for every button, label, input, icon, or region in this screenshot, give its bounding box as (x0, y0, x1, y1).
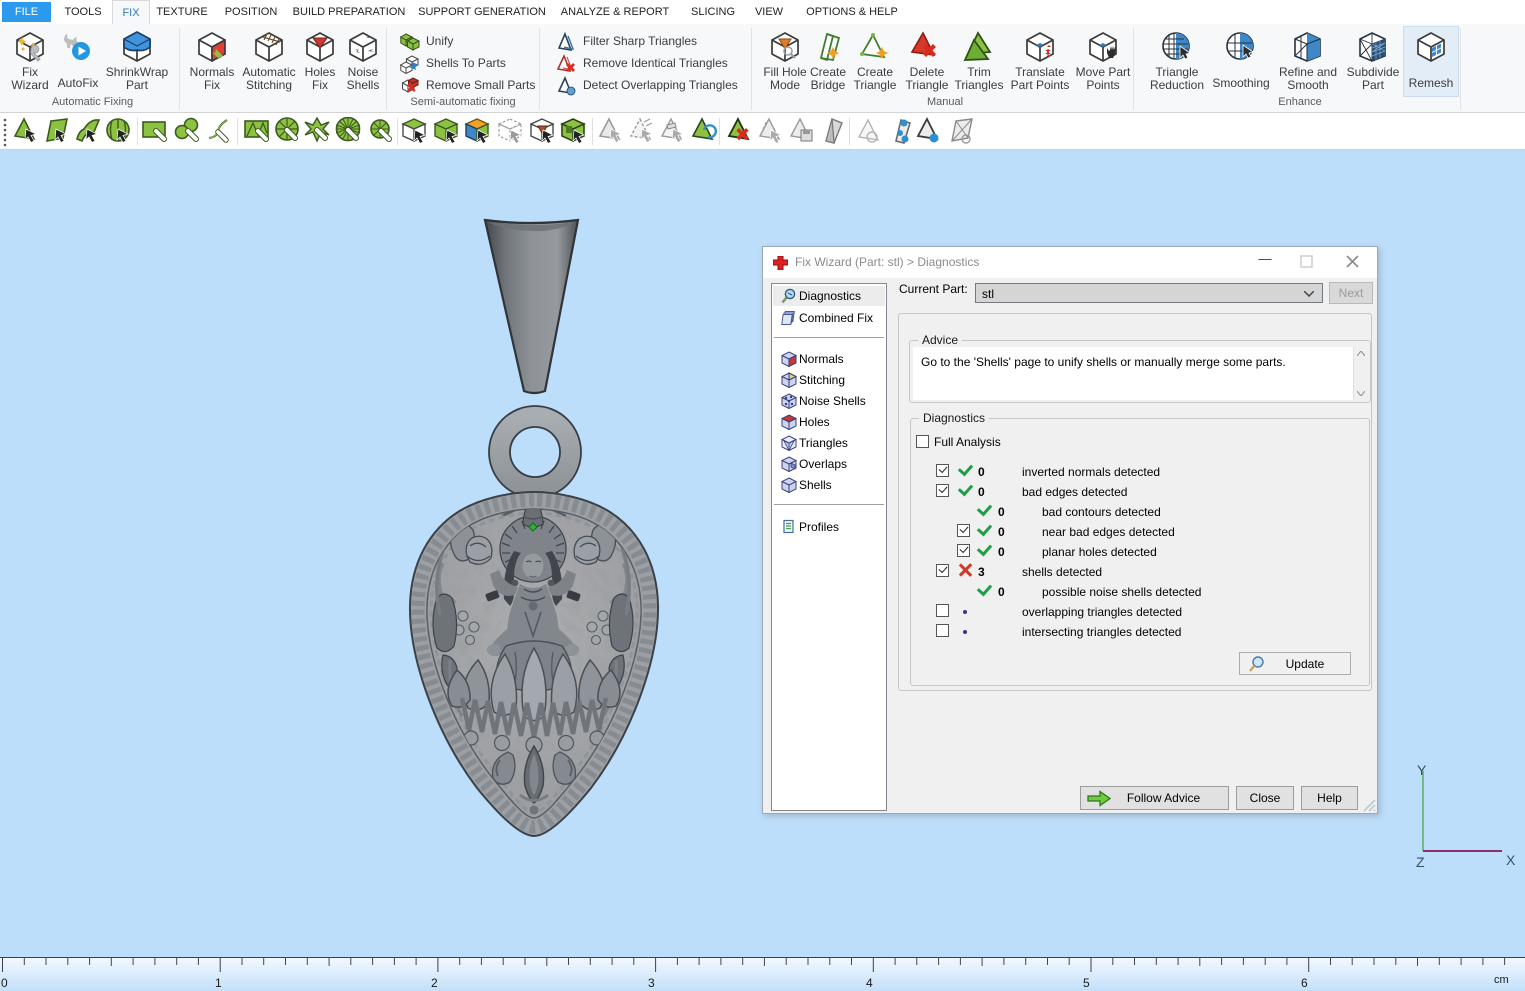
svg-text:cm: cm (1494, 974, 1509, 986)
svg-text:6: 6 (1301, 976, 1308, 990)
svg-text:5: 5 (1083, 976, 1090, 990)
svg-text:4: 4 (866, 976, 873, 990)
svg-text:Y: Y (1417, 765, 1427, 778)
svg-text:X: X (1506, 852, 1516, 868)
svg-text:0: 0 (1, 976, 8, 990)
svg-text:1: 1 (215, 976, 222, 990)
svg-text:2: 2 (431, 976, 438, 990)
svg-text:Z: Z (1416, 854, 1425, 870)
svg-text:3: 3 (648, 976, 655, 990)
